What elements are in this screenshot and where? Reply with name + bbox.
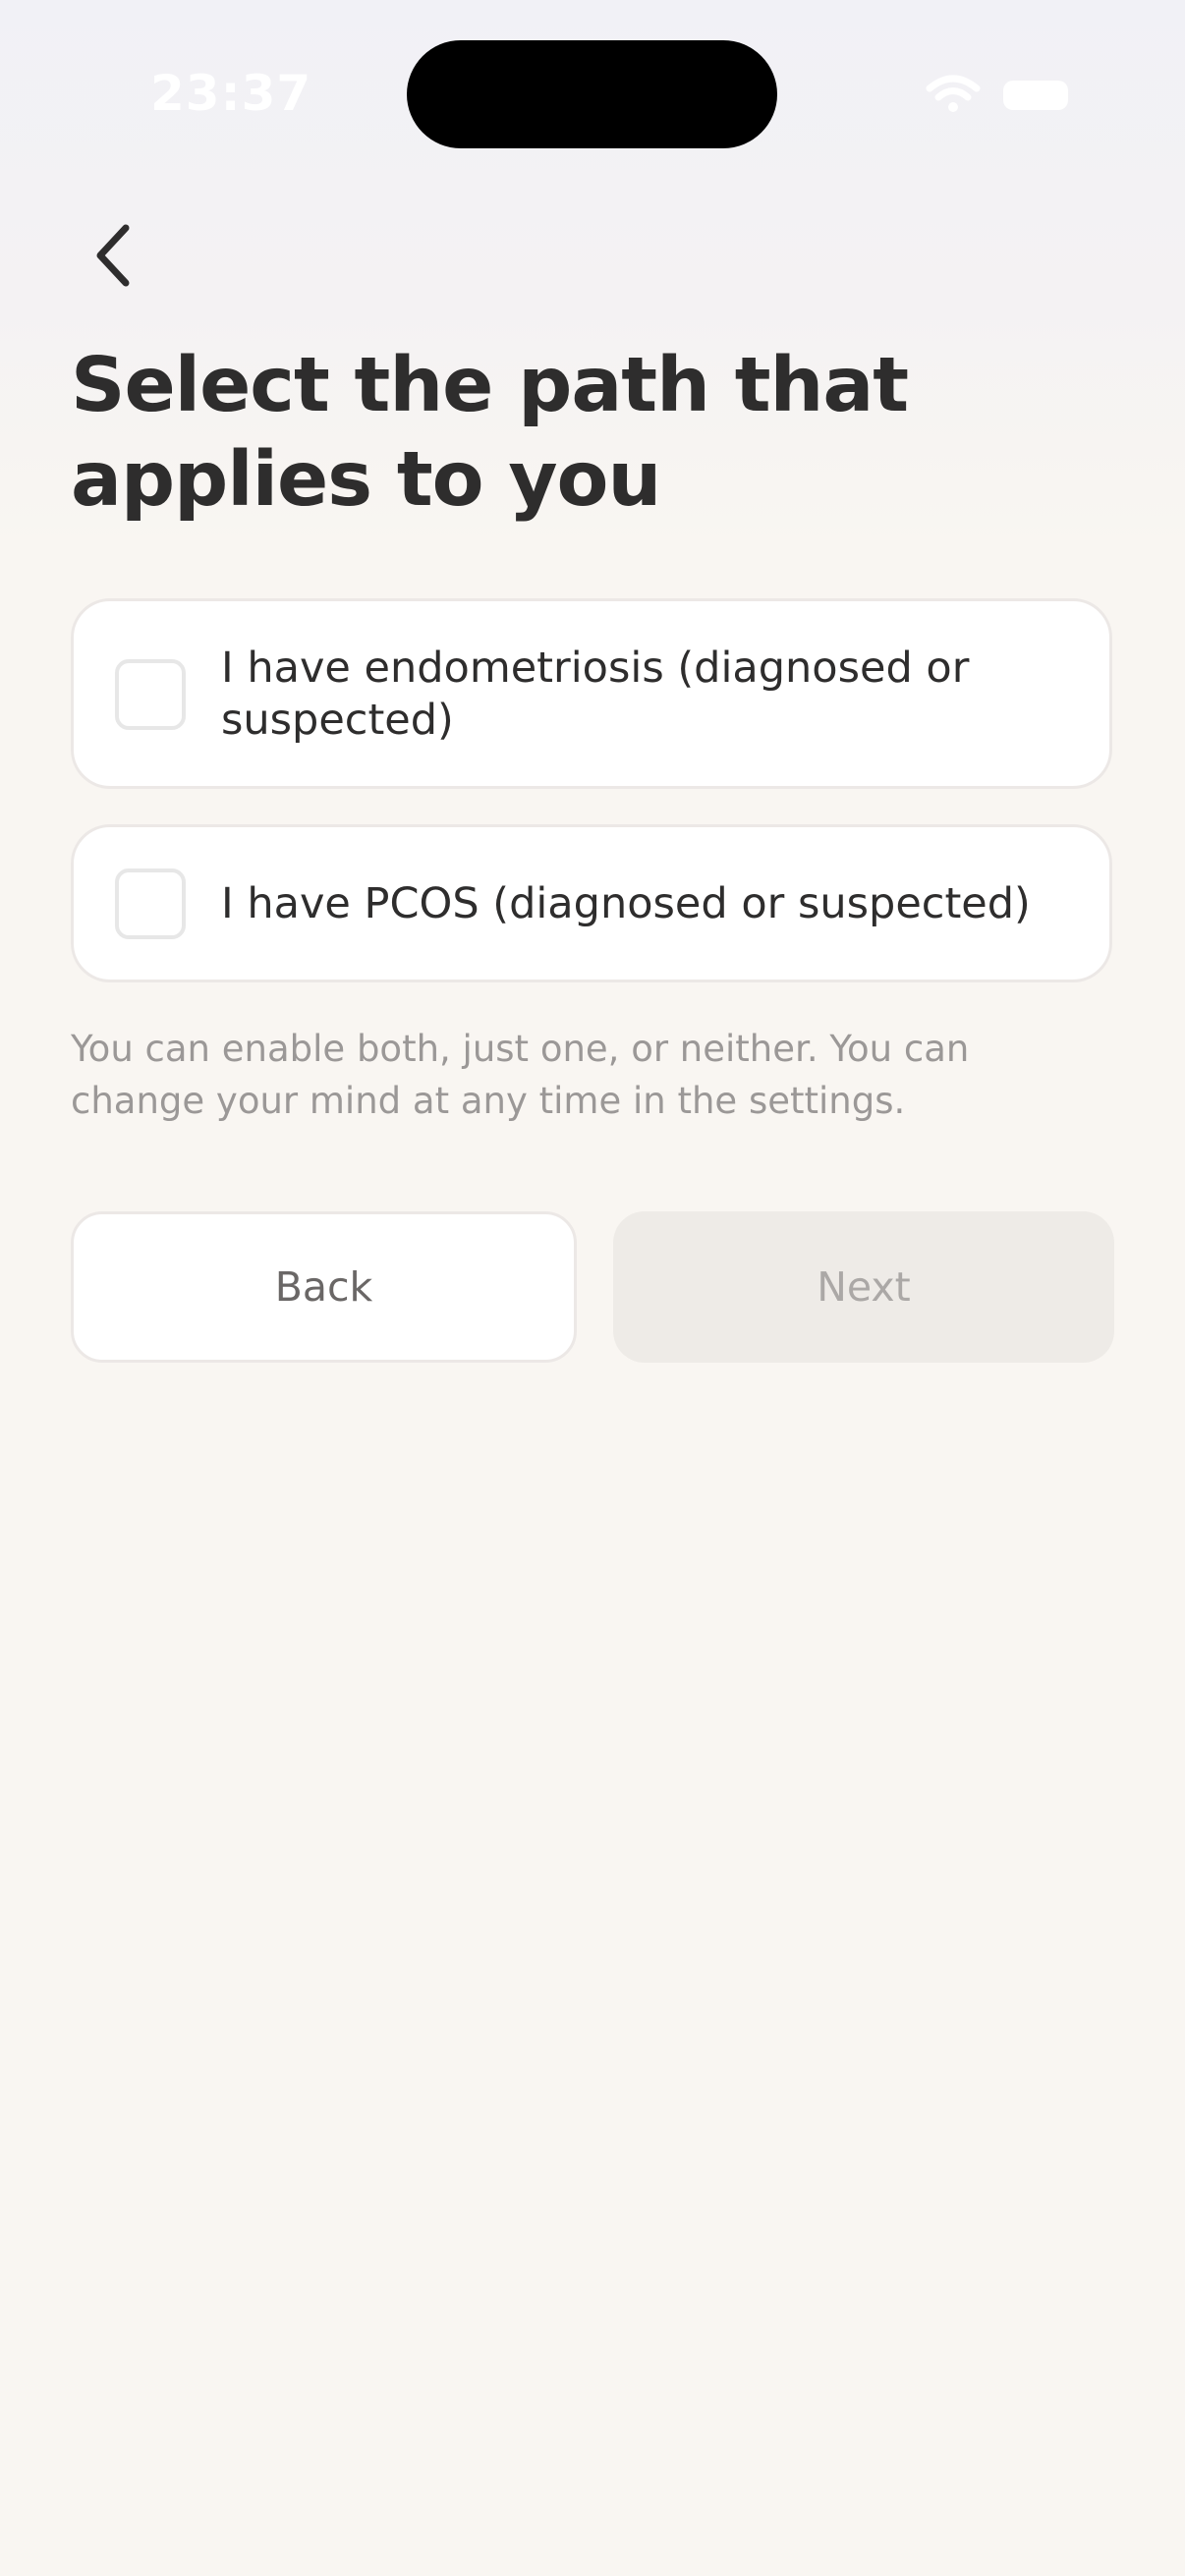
checkbox-pcos[interactable] [115,868,186,939]
next-button[interactable]: Next [613,1211,1114,1363]
chevron-left-icon[interactable] [85,218,147,293]
page-title: Select the path that applies to you [71,342,909,524]
dynamic-island [407,40,777,148]
status-time: 23:37 [150,65,312,122]
battery-icon [1003,81,1068,110]
option-label: I have endometriosis (diagnosed or suspe… [221,644,970,745]
checkbox-endometriosis[interactable] [115,659,186,730]
option-pcos[interactable]: I have PCOS (diagnosed or suspected) [71,824,1112,982]
option-endometriosis[interactable]: I have endometriosis (diagnosed or suspe… [71,598,1112,789]
wifi-icon [926,75,981,112]
back-button[interactable]: Back [71,1211,577,1363]
hint-text: You can enable both, just one, or neithe… [71,1028,970,1122]
option-label: I have PCOS (diagnosed or suspected) [221,879,1031,928]
